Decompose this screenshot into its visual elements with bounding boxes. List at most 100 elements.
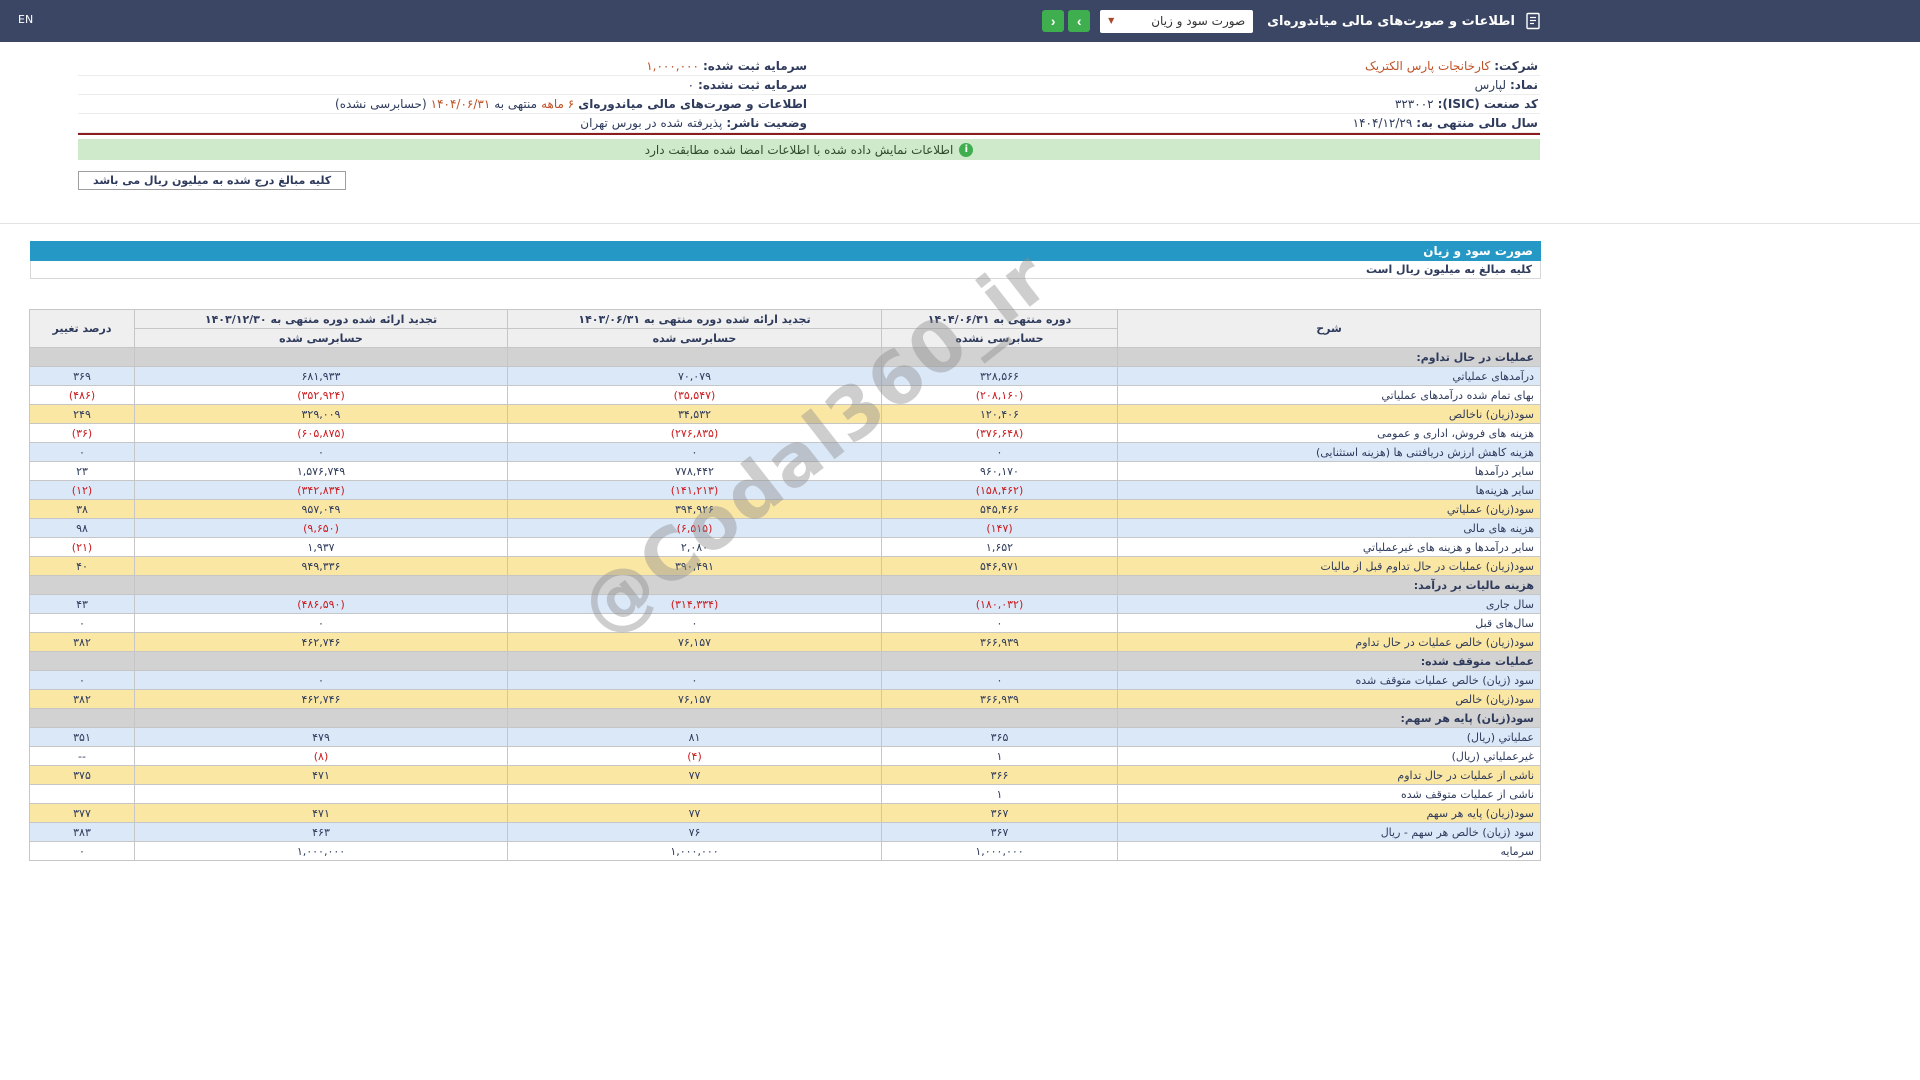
value-cell: (۱۲)	[29, 480, 135, 500]
value-cell	[507, 575, 882, 595]
data-row: سایر درآمدها ۹۶۰,۱۷۰ ۷۷۸,۴۴۲ ۱,۵۷۶,۷۴۹ ۲۳	[29, 461, 1541, 481]
value-cell: ۳۷۷	[29, 803, 135, 823]
value-cell	[134, 708, 508, 728]
statement-unit-note: کلیه مبالغ به میلیون ریال است	[30, 261, 1541, 279]
value-cell	[29, 708, 135, 728]
row-label-cell: سود(زیان) عملیات در حال تداوم قبل از مال…	[1117, 556, 1541, 576]
value-cell: ۰	[881, 670, 1118, 690]
report-type-selected-value: صورت سود و زیان	[1151, 14, 1246, 28]
col-header-period-current: دوره منتهی به ۱۴۰۴/۰۶/۳۱	[881, 309, 1118, 329]
value-cell: ۳۸	[29, 499, 135, 519]
value-cell: (۳۶)	[29, 423, 135, 443]
language-switch-link[interactable]: EN	[18, 13, 33, 26]
company-info-field: وضعیت ناشر: پذیرفته شده در بورس تهران	[78, 114, 809, 133]
data-row: سال‌های قبل ۰ ۰ ۰ ۰	[29, 613, 1541, 633]
field-value-part: ۱۴۰۴/۰۶/۳۱	[430, 97, 491, 111]
col-header-percent-change: درصد تغییر	[29, 309, 135, 348]
value-cell: ۰	[29, 841, 135, 861]
value-cell: ۷۶,۱۵۷	[507, 689, 882, 709]
value-cell: (۳۷۶,۶۴۸)	[881, 423, 1118, 443]
data-row: ناشی از عملیات متوقف شده ۱	[29, 784, 1541, 804]
topbar-content: اطلاعات و صورت‌های مالی میاندوره‌ای صورت…	[1038, 0, 1542, 42]
row-label-cell: سایر درآمدها	[1117, 461, 1541, 481]
company-info-field: سال مالی منتهی به: ۱۴۰۴/۱۲/۲۹	[809, 114, 1540, 133]
value-cell: (۳۵۲,۹۲۴)	[134, 385, 508, 405]
top-navigation-bar: اطلاعات و صورت‌های مالی میاندوره‌ای صورت…	[0, 0, 1920, 42]
value-cell: ۱,۰۰۰,۰۰۰	[134, 841, 508, 861]
row-label-cell: بهای تمام شده درآمدهای عملیاتي	[1117, 385, 1541, 405]
value-cell	[29, 347, 135, 367]
value-cell: (۲۷۶,۸۳۵)	[507, 423, 882, 443]
value-cell	[507, 651, 882, 671]
value-cell	[507, 708, 882, 728]
value-cell: (۱۵۸,۴۶۲)	[881, 480, 1118, 500]
col-subheader-unaudited: حسابرسی نشده	[881, 328, 1118, 348]
value-cell: ۱,۶۵۲	[881, 537, 1118, 557]
nav-forward-button[interactable]: ›	[1068, 10, 1091, 32]
value-cell: ۳۸۲	[29, 632, 135, 652]
value-cell: ۴۷۹	[134, 727, 508, 747]
row-label-cell: سود(زیان) ناخالص	[1117, 404, 1541, 424]
value-cell: ۰	[29, 442, 135, 462]
value-cell: (۸)	[134, 746, 508, 766]
value-cell: ۰	[881, 442, 1118, 462]
value-cell: (۱۴۷)	[881, 518, 1118, 538]
row-label-cell: سود(زیان) خالص	[1117, 689, 1541, 709]
value-cell: (۲۱)	[29, 537, 135, 557]
value-cell: ۱۲۰,۴۰۶	[881, 404, 1118, 424]
data-row: سود(زیان) خالص عملیات در حال تداوم ۳۶۶,۹۳…	[29, 632, 1541, 652]
data-row: سایر درآمدها و هزینه های غیرعملیاتي ۱,۶۵۲…	[29, 537, 1541, 557]
value-cell: ۵۴۶,۹۷۱	[881, 556, 1118, 576]
income-statement-section: صورت سود و زیان کلیه مبالغ به میلیون ریا…	[29, 235, 1541, 861]
value-cell: ۲۴۹	[29, 404, 135, 424]
section-row: هزینه مالیات بر درآمد:	[29, 575, 1541, 595]
value-cell: ۰	[29, 670, 135, 690]
value-cell: ۴۶۲,۷۴۶	[134, 632, 508, 652]
row-label-cell: سود(زیان) خالص عملیات در حال تداوم	[1117, 632, 1541, 652]
company-info-field: کد صنعت (ISIC): ۳۲۳۰۰۲	[809, 95, 1540, 114]
value-cell: ۱,۹۳۷	[134, 537, 508, 557]
value-cell: ۴۷۱	[134, 803, 508, 823]
value-cell	[134, 784, 508, 804]
value-cell: (۳۱۴,۳۳۴)	[507, 594, 882, 614]
value-cell: ۷۷	[507, 803, 882, 823]
data-row: سایر هزینه‌ها (۱۵۸,۴۶۲) (۱۴۱,۲۱۳) (۳۴۲,۸۳۴)…	[29, 480, 1541, 500]
field-value-part: (حسابرسی نشده)	[335, 97, 427, 111]
income-statement-table: شرح دوره منتهی به ۱۴۰۴/۰۶/۳۱ تجدید ارائه…	[29, 309, 1541, 861]
value-cell	[134, 347, 508, 367]
value-cell: (۴۸۶)	[29, 385, 135, 405]
field-value: ۳۲۳۰۰۲	[1394, 97, 1434, 111]
field-label: سال مالی منتهی به:	[1416, 116, 1538, 130]
nav-back-button[interactable]: ‹	[1042, 10, 1065, 32]
data-row: سود(زیان) خالص ۳۶۶,۹۳۹ ۷۶,۱۵۷ ۴۶۲,۷۴۶ ۳۸۲	[29, 689, 1541, 709]
field-label: وضعیت ناشر:	[726, 116, 807, 130]
statement-title-bar: صورت سود و زیان	[30, 241, 1541, 261]
value-cell: ۷۷۸,۴۴۲	[507, 461, 882, 481]
section-row: سود(زیان) پایه هر سهم:	[29, 708, 1541, 728]
value-cell: ۲۳	[29, 461, 135, 481]
value-cell	[29, 784, 135, 804]
row-label-cell: سود(زیان) عملیاتي	[1117, 499, 1541, 519]
value-cell: ۳۹۰,۴۹۱	[507, 556, 882, 576]
data-row: هزینه های مالی (۱۴۷) (۶,۵۱۵) (۹,۶۵۰) ۹۸	[29, 518, 1541, 538]
row-label-cell: غیرعملیاتي (ریال)	[1117, 746, 1541, 766]
data-row: سرمایه ۱,۰۰۰,۰۰۰ ۱,۰۰۰,۰۰۰ ۱,۰۰۰,۰۰۰ ۰	[29, 841, 1541, 861]
value-cell: ۴۷۱	[134, 765, 508, 785]
section-row: عملیات در حال تداوم:	[29, 347, 1541, 367]
value-cell	[881, 347, 1118, 367]
section-divider	[0, 223, 1920, 224]
value-cell: ۰	[507, 613, 882, 633]
row-label-cell: سایر هزینه‌ها	[1117, 480, 1541, 500]
value-cell: (۹,۶۵۰)	[134, 518, 508, 538]
value-cell: ۳۲۹,۰۰۹	[134, 404, 508, 424]
section-row: عملیات متوقف شده:	[29, 651, 1541, 671]
signature-match-banner: i اطلاعات نمایش داده شده با اطلاعات امضا…	[78, 139, 1540, 160]
value-cell: ۲,۰۸۰	[507, 537, 882, 557]
report-type-dropdown[interactable]: صورت سود و زیان ▼	[1100, 9, 1254, 33]
data-row: سود(زیان) عملیات در حال تداوم قبل از مال…	[29, 556, 1541, 576]
row-label-cell: عملیاتي (ریال)	[1117, 727, 1541, 747]
col-header-description: شرح	[1117, 309, 1541, 348]
value-cell: ۴۶۲,۷۴۶	[134, 689, 508, 709]
value-cell: ۳۷۵	[29, 765, 135, 785]
row-label-cell: سود (زیان) خالص هر سهم - ریال	[1117, 822, 1541, 842]
